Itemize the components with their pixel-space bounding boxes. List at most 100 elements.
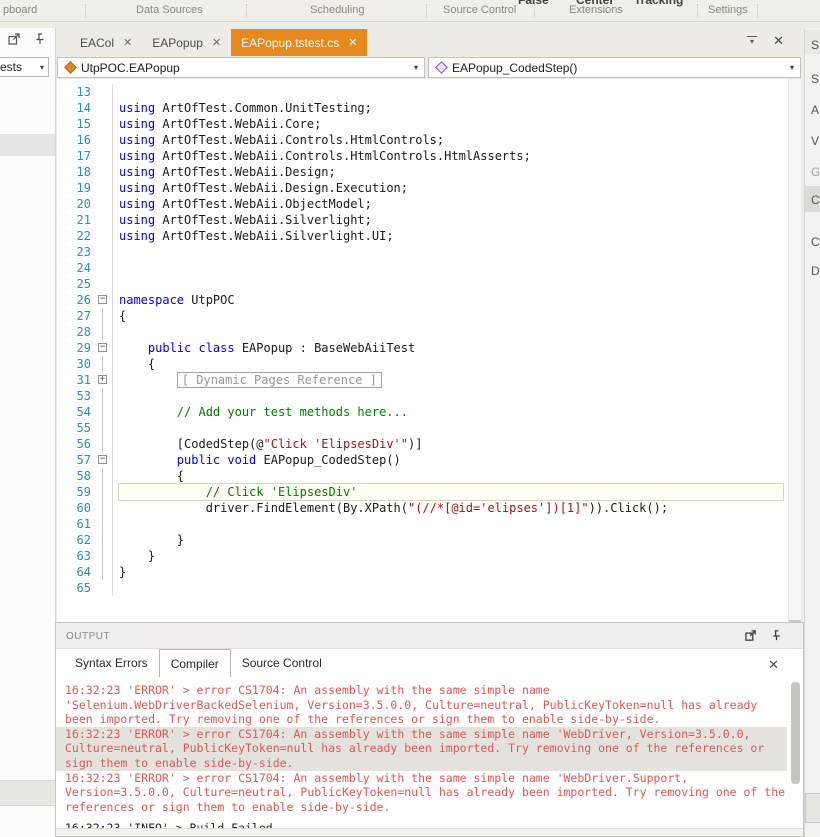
output-tab-syntax-errors[interactable]: Syntax Errors [64, 649, 159, 677]
right-rail-tab[interactable]: C [811, 235, 820, 249]
fold-column [95, 84, 112, 100]
code-token [119, 453, 177, 467]
gutter-separator [112, 244, 113, 260]
code-line: 59 // Click 'ElipsesDiv' [57, 484, 801, 500]
popout-icon[interactable] [744, 629, 757, 642]
fold-guide-line [102, 484, 103, 500]
code-line: 55 [57, 420, 801, 436]
code-text [119, 244, 783, 260]
chevron-down-icon: ▾ [790, 63, 800, 72]
output-scrollbar-thumb[interactable] [791, 682, 800, 784]
output-tab-source-control[interactable]: Source Control [231, 649, 333, 677]
line-number: 58 [57, 468, 95, 484]
ribbon-clipped-label: False [518, 0, 549, 7]
code-text: driver.FindElement(By.XPath("(//*[@id='e… [119, 500, 783, 516]
right-rail-tab[interactable]: A [811, 103, 819, 117]
output-vertical-scrollbar[interactable] [789, 678, 802, 827]
code-token: ArtOfTest.Common.UnitTesting; [162, 101, 372, 115]
method-dropdown[interactable]: EAPopup_CodedStep() ▾ [428, 57, 801, 78]
fold-guide-line [102, 516, 103, 532]
chevron-down-icon: ▾ [40, 63, 48, 72]
gutter-separator [112, 260, 113, 276]
gutter-separator [112, 116, 113, 132]
right-rail-tab[interactable]: S [811, 72, 819, 86]
code-text: } [119, 548, 783, 564]
output-horizontal-scrollbar[interactable] [56, 828, 803, 836]
popout-icon[interactable] [7, 32, 21, 46]
line-number: 30 [57, 356, 95, 372]
fold-column [95, 100, 112, 116]
ribbon-group-label: pboard [3, 4, 37, 16]
tests-dropdown[interactable]: ests ▾ [0, 57, 49, 77]
gutter-separator [112, 484, 113, 500]
tab-overflow-icon[interactable]: ▾ [747, 36, 757, 47]
gutter-separator [112, 228, 113, 244]
code-text: public void EAPopup_CodedStep() [119, 452, 783, 468]
selected-list-item[interactable] [0, 134, 55, 156]
gutter-separator [112, 292, 113, 308]
right-rail-tab[interactable]: C [811, 193, 820, 207]
output-entry-error[interactable]: 16:32:23 'ERROR' > error CS1704: An asse… [65, 771, 787, 815]
class-dropdown[interactable]: UtpPOC.EAPopup ▾ [57, 57, 425, 78]
right-rail-tab[interactable]: S [811, 38, 819, 52]
document-tab[interactable]: EACol✕ [70, 29, 142, 56]
fold-guide-line [102, 436, 103, 452]
code-token: } [119, 565, 126, 579]
fold-column [95, 244, 112, 260]
line-number: 61 [57, 516, 95, 532]
code-line: 21using ArtOfTest.WebAii.Silverlight; [57, 212, 801, 228]
output-entry-error[interactable]: 16:32:23 'ERROR' > error CS1704: An asse… [56, 727, 787, 771]
ribbon-separator [697, 4, 698, 18]
fold-expand-icon[interactable]: + [98, 375, 107, 384]
right-rail-tab[interactable]: D [811, 264, 820, 278]
code-line: 62 } [57, 532, 801, 548]
output-tab-compiler[interactable]: Compiler [159, 649, 231, 677]
output-close-icon[interactable]: ✕ [768, 657, 779, 673]
code-text: namespace UtpPOC [119, 292, 783, 308]
code-token: using [119, 165, 162, 179]
tab-close-icon[interactable]: ✕ [348, 36, 357, 49]
gutter-separator [112, 468, 113, 484]
code-token: using [119, 133, 162, 147]
line-number: 15 [57, 116, 95, 132]
tab-close-icon[interactable]: ✕ [123, 36, 132, 49]
code-line: 24 [57, 260, 801, 276]
gutter-separator [112, 308, 113, 324]
pin-icon[interactable] [33, 32, 47, 46]
right-rail-tab[interactable]: V [811, 134, 819, 148]
pin-icon[interactable] [770, 629, 783, 642]
document-tab[interactable]: EAPopup ✕ [142, 29, 231, 56]
tab-label: EAPopup [152, 36, 203, 50]
code-token: UtpPOC [184, 293, 235, 307]
code-line: 14using ArtOfTest.Common.UnitTesting; [57, 100, 801, 116]
output-entry-error[interactable]: 16:32:23 'ERROR' > error CS1704: An asse… [65, 683, 787, 727]
document-tab[interactable]: EAPopup.tstest.cs✕ [231, 29, 367, 56]
code-line: 57− public void EAPopup_CodedStep() [57, 452, 801, 468]
tab-close-icon[interactable]: ✕ [212, 36, 221, 49]
fold-guide-line [102, 404, 103, 420]
code-token: using [119, 213, 162, 227]
fold-collapse-icon[interactable]: − [98, 343, 107, 352]
collapsed-region-box[interactable]: [ Dynamic Pages Reference ] [177, 372, 382, 388]
code-token: public void [177, 453, 256, 467]
editor-vertical-scrollbar[interactable] [788, 79, 801, 639]
tabstrip-close-icon[interactable]: ✕ [773, 33, 784, 49]
code-editor[interactable]: 1314using ArtOfTest.Common.UnitTesting;1… [57, 79, 801, 640]
gutter-separator [112, 532, 113, 548]
fold-collapse-icon[interactable]: − [98, 295, 107, 304]
gutter-separator [112, 452, 113, 468]
ribbon-separator [246, 4, 247, 18]
line-number: 56 [57, 436, 95, 452]
code-text: using ArtOfTest.WebAii.Design; [119, 164, 783, 180]
line-number: 21 [57, 212, 95, 228]
fold-column [95, 132, 112, 148]
code-text: [ Dynamic Pages Reference ] [119, 372, 783, 388]
code-text: using ArtOfTest.WebAii.Design.Execution; [119, 180, 783, 196]
output-entry-info[interactable]: 16:32:23 'INFO' > Build Failed [65, 821, 787, 828]
line-number: 20 [57, 196, 95, 212]
code-line: 28 [57, 324, 801, 340]
code-token: // Click 'ElipsesDiv' [119, 485, 357, 499]
right-rail-tab[interactable]: G [811, 165, 820, 179]
gutter-separator [112, 404, 113, 420]
fold-collapse-icon[interactable]: − [98, 455, 107, 464]
